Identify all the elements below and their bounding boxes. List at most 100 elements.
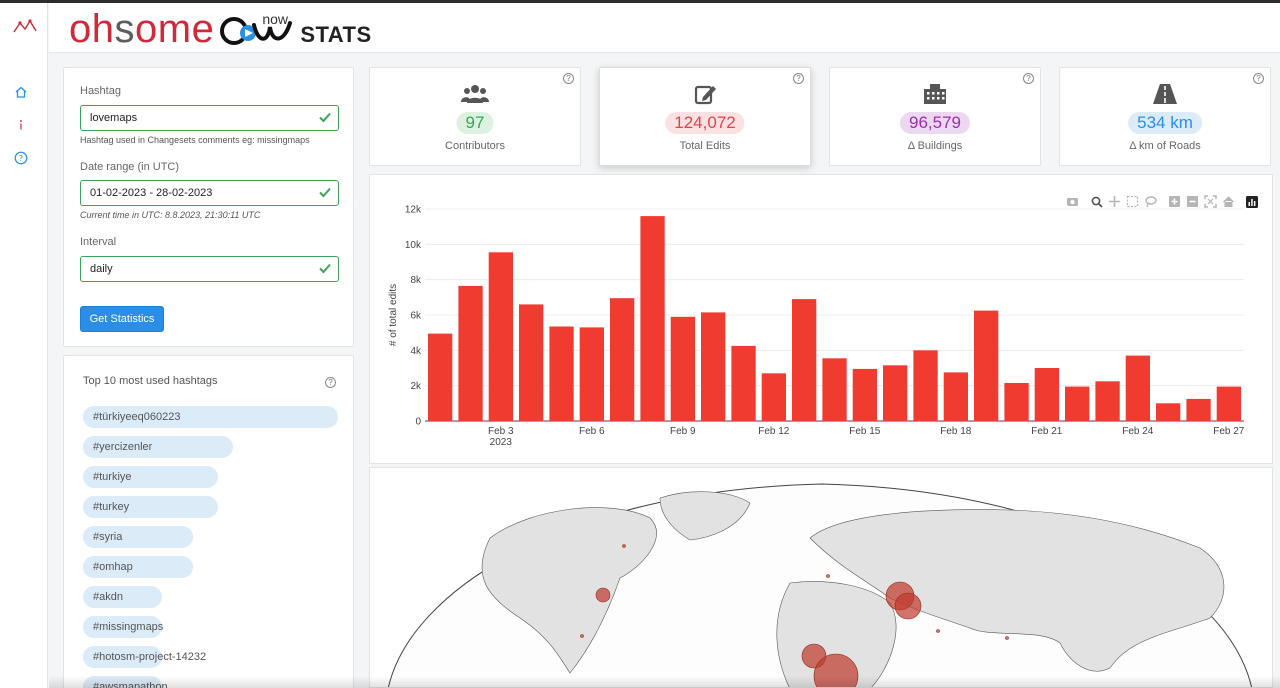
y-axis-label: # of total edits: [388, 284, 399, 346]
bar-2023-02-02[interactable]: [458, 285, 483, 421]
bar-2023-02-09[interactable]: [670, 316, 695, 421]
ohsome-logo-icon[interactable]: [13, 19, 37, 35]
kpi-card-total-edits[interactable]: ? 124,072 Total Edits: [599, 67, 811, 166]
bar-2023-02-14[interactable]: [822, 358, 847, 421]
bar-2023-02-20[interactable]: [1004, 383, 1029, 421]
hashtag-pill[interactable]: #syria: [83, 526, 193, 548]
lasso-icon[interactable]: [1145, 196, 1157, 208]
valid-check-icon: [319, 263, 331, 274]
x-tick-label: Feb 9: [670, 426, 696, 437]
bar-2023-02-10[interactable]: [701, 312, 726, 421]
zoom-in-icon[interactable]: [1169, 196, 1180, 207]
bar-2023-02-05[interactable]: [549, 326, 574, 422]
bar-2023-02-26[interactable]: [1186, 398, 1211, 421]
help-icon[interactable]: ?: [325, 377, 336, 388]
kpi-card-km-of-roads[interactable]: ? 534 km Δ km of Roads: [1059, 67, 1271, 166]
x-axis-ticks: Feb 32023 Feb 6 Feb 9 Feb 12 Feb 15 Feb 18 Feb…: [488, 426, 1245, 448]
bar-2023-02-08[interactable]: [640, 216, 665, 421]
box-select-icon[interactable]: [1126, 195, 1139, 208]
bottom-shadow: [49, 676, 1280, 688]
x-tick-label: Feb 21: [1031, 426, 1063, 437]
reset-icon[interactable]: [1223, 196, 1234, 207]
kpi-label: Δ km of Roads: [1129, 140, 1201, 152]
top-hashtags-title: Top 10 most used hashtags: [83, 375, 218, 387]
camera-icon[interactable]: [1067, 198, 1078, 206]
plotly-icon[interactable]: [1246, 196, 1258, 208]
bar-2023-02-07[interactable]: [610, 298, 635, 421]
info-icon[interactable]: [12, 116, 30, 134]
zoom-out-icon[interactable]: [1187, 196, 1198, 207]
users-icon: [461, 83, 489, 105]
bar-2023-02-06[interactable]: [579, 327, 604, 421]
kpi-value: 124,072: [665, 112, 745, 134]
hashtag-input[interactable]: lovemaps: [80, 105, 339, 131]
svg-text:?: ?: [19, 154, 23, 163]
bar-2023-02-11[interactable]: [731, 345, 756, 421]
x-tick-label: Feb 15: [849, 426, 881, 437]
bar-2023-02-25[interactable]: [1156, 403, 1181, 421]
pan-icon[interactable]: [1109, 196, 1120, 207]
bar-2023-02-04[interactable]: [519, 304, 544, 421]
bar-2023-02-03[interactable]: [488, 252, 513, 421]
bar-2023-02-17[interactable]: [913, 350, 938, 421]
zoom-icon[interactable]: [1091, 196, 1103, 208]
y-tick-label: 2k: [410, 381, 422, 392]
app-header: ohsome now STATS: [49, 3, 1280, 53]
kpi-card-buildings[interactable]: ? 96,579 Δ Buildings: [829, 67, 1041, 166]
autoscale-icon[interactable]: [1204, 195, 1217, 208]
bar-2023-02-15[interactable]: [852, 368, 877, 421]
help-icon[interactable]: ?: [793, 73, 804, 84]
x-tick-year: 2023: [490, 437, 513, 448]
top-hashtags-panel: Top 10 most used hashtags ? #türkiyeeq06…: [63, 355, 354, 688]
bar-2023-02-22[interactable]: [1065, 386, 1090, 421]
bar-2023-02-01[interactable]: [428, 333, 453, 421]
hashtag-pill[interactable]: #hotosm-project-14232: [83, 646, 206, 668]
world-map[interactable]: [370, 468, 1273, 688]
bar-2023-02-12[interactable]: [761, 373, 786, 421]
y-tick-label: 12k: [405, 205, 422, 216]
hashtag-hint: Hashtag used in Changesets comments eg: …: [80, 135, 310, 145]
bar-2023-02-24[interactable]: [1125, 355, 1150, 421]
interval-value: daily: [90, 263, 113, 275]
y-tick-label: 10k: [405, 240, 422, 251]
bar-2023-02-21[interactable]: [1034, 368, 1059, 421]
date-range-label: Date range (in UTC): [80, 161, 180, 173]
bar-2023-02-16[interactable]: [883, 365, 908, 421]
bar-2023-02-23[interactable]: [1095, 381, 1120, 422]
home-icon[interactable]: [12, 83, 30, 101]
interval-select[interactable]: daily: [80, 256, 339, 282]
side-nav: ?: [0, 3, 48, 688]
edits-bar-chart: 0 2k 4k 6k 8k 10k 12k Feb 32023 Feb 6 Feb 9 Feb 1…: [388, 195, 1258, 448]
bar-2023-02-27[interactable]: [1216, 386, 1241, 421]
hashtag-pill[interactable]: #yercizenler: [83, 436, 233, 458]
x-tick-label: Feb 6: [579, 426, 605, 437]
hashtag-pill[interactable]: #akdn: [83, 586, 162, 608]
brand-logo[interactable]: ohsome now STATS: [69, 7, 372, 49]
kpi-label: Total Edits: [679, 140, 731, 152]
help-icon[interactable]: ?: [1253, 73, 1264, 84]
query-form-panel: Hashtag lovemaps Hashtag used in Changes…: [63, 67, 354, 347]
brand-ome: ome: [135, 7, 215, 51]
help-icon[interactable]: ?: [563, 73, 574, 84]
kpi-card-contributors[interactable]: ? 97 Contributors: [369, 67, 581, 166]
bar-2023-02-19[interactable]: [974, 310, 999, 421]
bar-2023-02-18[interactable]: [943, 372, 968, 421]
now-mark: now: [218, 11, 298, 49]
help-icon[interactable]: ?: [12, 149, 30, 167]
get-statistics-button[interactable]: Get Statistics: [80, 306, 164, 332]
hashtag-pill[interactable]: #missingmaps: [83, 616, 163, 638]
hashtag-pill[interactable]: #omhap: [83, 556, 193, 578]
edits-chart-panel: 0 2k 4k 6k 8k 10k 12k Feb 3 2023 Feb 6 Feb 9 Feb 1…: [369, 174, 1273, 464]
hashtag-pill[interactable]: #türkiyeeq060223: [83, 406, 338, 428]
hashtag-pill[interactable]: #turkey: [83, 496, 218, 518]
date-range-input[interactable]: 01-02-2023 - 28-02-2023: [80, 180, 339, 206]
current-time-hint: Current time in UTC: 8.8.2023, 21:30:11 …: [80, 210, 261, 220]
date-range-value: 01-02-2023 - 28-02-2023: [90, 187, 213, 199]
hashtag-input-value: lovemaps: [90, 112, 138, 124]
brand-now-text: now: [262, 11, 288, 27]
brand-s: s: [114, 7, 135, 51]
bar-2023-02-13[interactable]: [792, 299, 817, 421]
help-icon[interactable]: ?: [1023, 73, 1034, 84]
hashtag-pill[interactable]: #turkiye: [83, 466, 218, 488]
interval-label: Interval: [80, 236, 117, 248]
